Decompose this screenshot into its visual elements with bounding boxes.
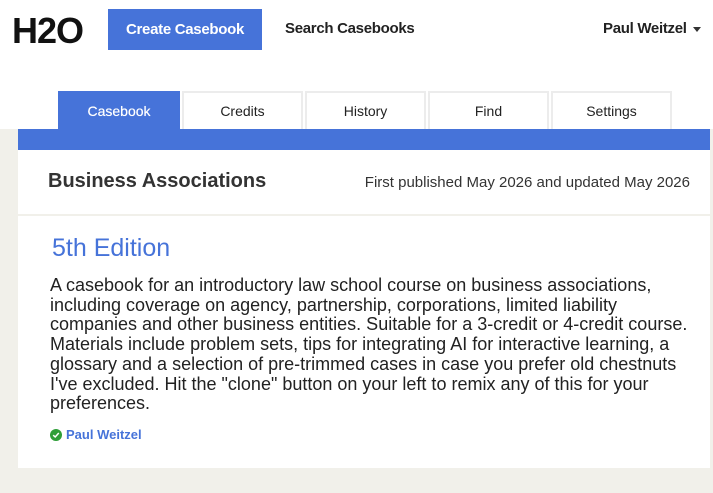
tab-credits[interactable]: Credits (182, 91, 303, 129)
edition-heading: 5th Edition (52, 234, 171, 262)
casebook-description: A casebook for an introductory law schoo… (50, 275, 688, 414)
publication-dates: First published May 2026 and updated May… (364, 174, 690, 191)
author-link[interactable]: Paul Weitzel (66, 427, 142, 442)
search-casebooks-link[interactable]: Search Casebooks (285, 20, 415, 37)
user-menu[interactable]: Paul Weitzel (603, 20, 701, 37)
top-nav: H2O Create Casebook Search Casebooks Pau… (0, 0, 713, 129)
tab-history[interactable]: History (305, 91, 426, 129)
create-casebook-button[interactable]: Create Casebook (108, 9, 262, 50)
casebook-title-bar: Business Associations First published Ma… (18, 150, 710, 214)
tab-casebook[interactable]: Casebook (58, 91, 180, 129)
casebook-accent-bar (18, 129, 710, 150)
check-circle-icon (50, 428, 62, 441)
tab-find[interactable]: Find (428, 91, 549, 129)
casebook-tabs: Casebook Credits History Find Settings (58, 91, 674, 129)
tab-settings[interactable]: Settings (551, 91, 672, 129)
chevron-down-icon (692, 27, 701, 32)
h2o-logo[interactable]: H2O (12, 10, 84, 52)
casebook-title: Business Associations (48, 170, 267, 192)
author-credit: Paul Weitzel (50, 427, 142, 442)
user-name: Paul Weitzel (603, 20, 687, 37)
casebook-details: 5th Edition A casebook for an introducto… (18, 216, 710, 468)
